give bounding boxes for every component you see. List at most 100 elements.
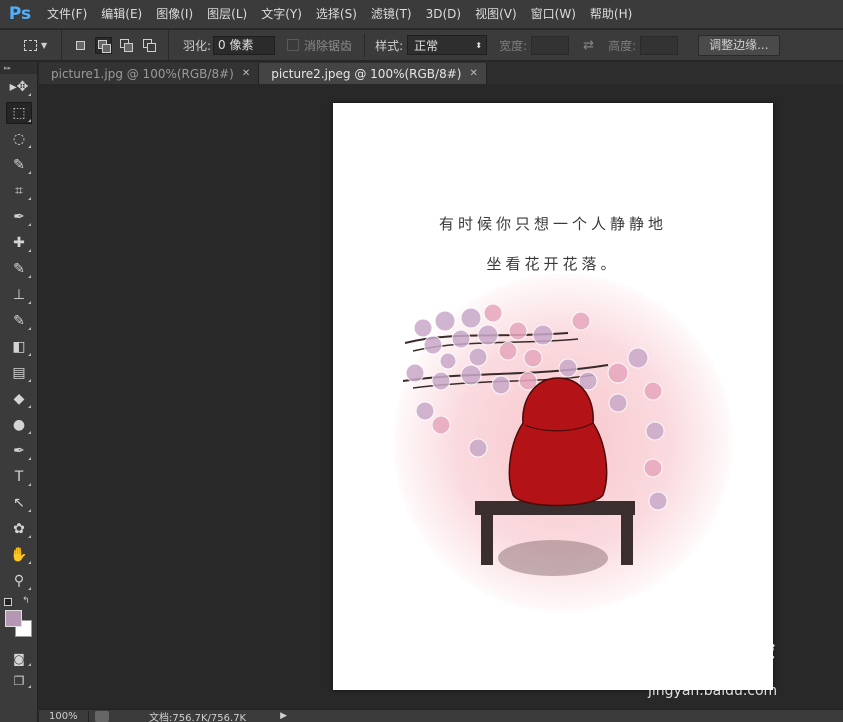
- menu-edit[interactable]: 编辑(E): [94, 0, 149, 29]
- zoom-level[interactable]: 100%: [39, 710, 89, 722]
- menu-layer[interactable]: 图层(L): [200, 0, 254, 29]
- tool-list: ▸✥ ⬚ ◌ ✎ ⌗ ✒ ✚ ✎ ⊥ ✎ ◧ ▤ ◆ ● ✒ T ↖ ✿ ✋ ⚲: [0, 74, 37, 594]
- canvas-text-line2: 坐看花开花落。: [486, 255, 620, 273]
- photoshop-logo: Ps: [8, 4, 32, 24]
- menu-filter[interactable]: 滤镜(T): [364, 0, 419, 29]
- panel-collapse-icon[interactable]: ▸▸: [0, 62, 37, 74]
- menu-file[interactable]: 文件(F): [40, 0, 94, 29]
- menu-window[interactable]: 窗口(W): [524, 0, 583, 29]
- tool-blur[interactable]: ◆: [0, 386, 38, 412]
- antialias-checkbox[interactable]: [287, 39, 300, 51]
- rect-marquee-icon: [24, 39, 37, 51]
- blur-icon: ◆: [13, 391, 25, 407]
- tool-healing-brush[interactable]: ✚: [0, 230, 38, 256]
- lasso-icon: ◌: [12, 131, 26, 147]
- custom-shape-icon: ✿: [13, 521, 25, 537]
- path-select-icon: ↖: [13, 495, 25, 511]
- screen-mode-icon: ❐: [13, 674, 25, 688]
- new-selection-button[interactable]: [72, 37, 89, 54]
- style-select[interactable]: 正常 ⬍: [407, 35, 488, 55]
- height-input[interactable]: [640, 35, 679, 55]
- style-value: 正常: [414, 38, 439, 53]
- tool-path-select[interactable]: ↖: [0, 490, 38, 516]
- menu-bar: Ps 文件(F) 编辑(E) 图像(I) 图层(L) 文字(Y) 选择(S) 滤…: [0, 0, 843, 29]
- refine-edge-button[interactable]: 调整边缘...: [698, 34, 780, 56]
- default-colors-icon[interactable]: [4, 598, 12, 606]
- updown-icon: ⬍: [475, 40, 483, 50]
- crop-icon: ⌗: [15, 183, 23, 199]
- selection-mode-group: [62, 29, 169, 61]
- menu-help[interactable]: 帮助(H): [583, 0, 639, 29]
- red-hood-figure: [508, 377, 608, 507]
- document-profile-icon[interactable]: [95, 710, 109, 722]
- swap-colors-icon[interactable]: ↰: [22, 596, 30, 606]
- menu-select[interactable]: 选择(S): [309, 0, 364, 29]
- foreground-color-swatch[interactable]: [5, 610, 22, 627]
- tool-preset-picker[interactable]: ▼: [0, 29, 62, 61]
- tool-lasso[interactable]: ◌: [0, 126, 38, 152]
- menu-image[interactable]: 图像(I): [149, 0, 200, 29]
- tool-clone-stamp[interactable]: ⊥: [0, 282, 38, 308]
- tool-brush[interactable]: ✎: [0, 256, 38, 282]
- intersect-selection-icon-part: [147, 42, 156, 52]
- height-label: 高度:: [608, 38, 637, 53]
- healing-brush-icon: ✚: [13, 235, 25, 251]
- tool-zoom[interactable]: ⚲: [0, 568, 38, 594]
- quick-select-icon: ✎: [13, 157, 25, 173]
- feather-input[interactable]: 0 像素: [213, 35, 276, 55]
- eyedropper-icon: ✒: [13, 209, 25, 225]
- tool-move[interactable]: ▸✥: [0, 74, 38, 100]
- status-menu-arrow-icon[interactable]: ▶: [280, 711, 287, 721]
- tool-history-brush[interactable]: ✎: [0, 308, 38, 334]
- tool-hand[interactable]: ✋: [0, 542, 38, 568]
- tool-dodge[interactable]: ●: [0, 412, 38, 438]
- document-canvas[interactable]: 有时候你只想一个人静静地 坐看花开花落。: [333, 103, 773, 690]
- tool-eyedropper[interactable]: ✒: [0, 204, 38, 230]
- intersect-selection-button[interactable]: [141, 37, 158, 54]
- tool-type[interactable]: T: [0, 464, 38, 490]
- tool-crop[interactable]: ⌗: [0, 178, 38, 204]
- tool-gradient[interactable]: ▤: [0, 360, 38, 386]
- tab-label: picture1.jpg @ 100%(RGB/8#): [51, 66, 234, 81]
- history-brush-icon: ✎: [13, 313, 25, 329]
- feather-label: 羽化:: [183, 38, 212, 53]
- tool-custom-shape[interactable]: ✿: [0, 516, 38, 542]
- menu-items: 文件(F) 编辑(E) 图像(I) 图层(L) 文字(Y) 选择(S) 滤镜(T…: [40, 0, 639, 29]
- document-tabs: picture1.jpg @ 100%(RGB/8#) ✕ picture2.j…: [39, 62, 843, 84]
- subtract-selection-icon-part: [124, 42, 133, 52]
- tool-eraser[interactable]: ◧: [0, 334, 38, 360]
- gradient-icon: ▤: [12, 365, 26, 381]
- subtract-from-selection-button[interactable]: [118, 37, 135, 54]
- brush-icon: ✎: [13, 261, 25, 277]
- add-to-selection-button[interactable]: [95, 36, 112, 54]
- move-icon: ▸✥: [9, 79, 29, 95]
- close-icon[interactable]: ✕: [242, 68, 250, 79]
- zoom-icon: ⚲: [13, 573, 25, 589]
- options-bar: ▼ 羽化: 0 像素 消除锯齿 样式: 正常 ⬍ 宽度: ⇄ 高度: 调整边缘.…: [0, 29, 843, 61]
- menu-view[interactable]: 视图(V): [468, 0, 524, 29]
- quick-mask-button[interactable]: ◙: [0, 648, 38, 670]
- shadow: [498, 540, 608, 576]
- tab-picture1[interactable]: picture1.jpg @ 100%(RGB/8#) ✕: [39, 63, 260, 84]
- tool-rect-marquee[interactable]: ⬚: [0, 100, 38, 126]
- tool-quick-select[interactable]: ✎: [0, 152, 38, 178]
- document-info: 文档:756.7K/756.7K: [149, 712, 247, 722]
- baidu-watermark: Bai du 经验: [645, 638, 775, 663]
- quick-mask-icon: ◙: [13, 652, 25, 666]
- antialias-label: 消除锯齿: [304, 38, 353, 53]
- status-bar: 100% 文档:756.7K/756.7K ▶: [39, 709, 843, 722]
- tool-pen[interactable]: ✒: [0, 438, 38, 464]
- chevron-down-icon: ▼: [41, 40, 48, 50]
- tab-picture2[interactable]: picture2.jpeg @ 100%(RGB/8#) ✕: [259, 63, 487, 84]
- screen-mode-button[interactable]: ❐: [0, 670, 38, 692]
- menu-type[interactable]: 文字(Y): [254, 0, 309, 29]
- divider: [364, 33, 366, 57]
- width-input[interactable]: [531, 35, 570, 55]
- close-icon[interactable]: ✕: [469, 68, 477, 79]
- new-selection-icon: [76, 40, 85, 50]
- swap-dimensions-icon[interactable]: ⇄: [583, 38, 594, 53]
- tools-panel: ▸▸ ▸✥ ⬚ ◌ ✎ ⌗ ✒ ✚ ✎ ⊥ ✎ ◧ ▤ ◆ ● ✒ T ↖ ✿ ✋ ⚲ ↰ ◙ ❐: [0, 62, 38, 722]
- menu-3d[interactable]: 3D(D): [419, 0, 468, 29]
- canvas-workspace[interactable]: 有时候你只想一个人静静地 坐看花开花落。: [39, 84, 843, 709]
- eraser-icon: ◧: [12, 339, 26, 355]
